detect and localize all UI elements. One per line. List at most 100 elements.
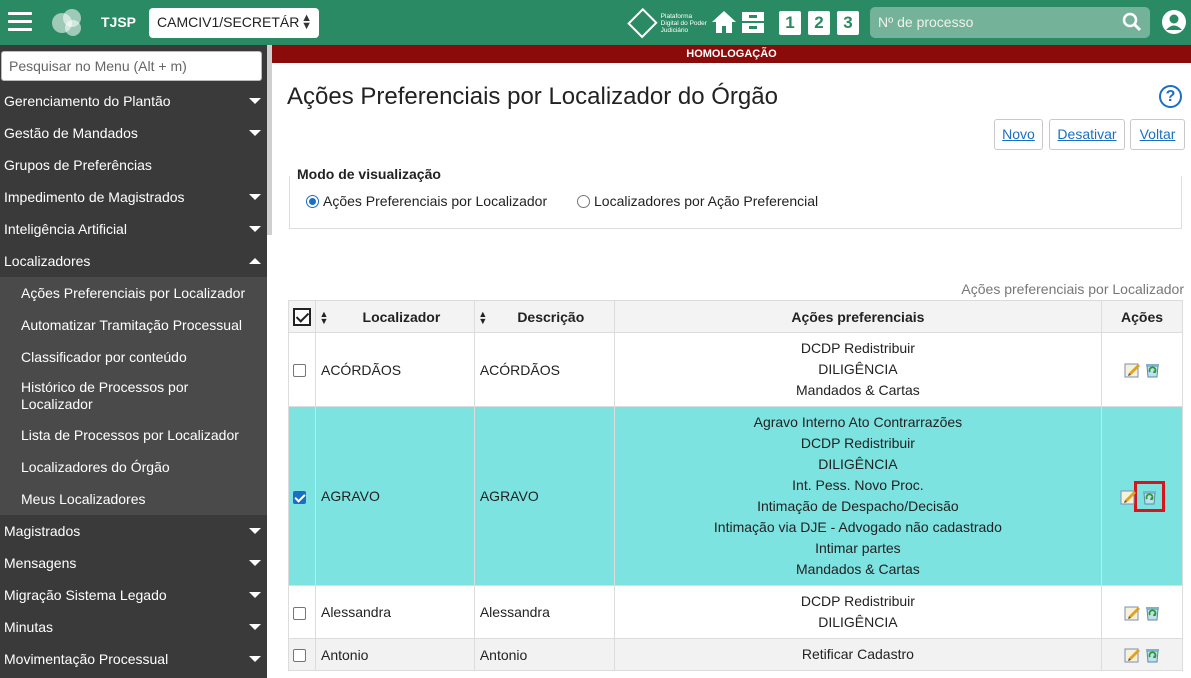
sidebar-item-grupos-preferencias[interactable]: Grupos de Preferências: [0, 149, 267, 181]
user-account-icon[interactable]: [1161, 9, 1187, 35]
app-name: TJSP: [101, 14, 137, 30]
row-checkbox-checked[interactable]: [293, 490, 306, 504]
row-select-cell: [288, 638, 316, 671]
radio-button[interactable]: [577, 194, 590, 208]
sidebar-item-minutas[interactable]: Minutas: [0, 611, 267, 643]
header-localizador[interactable]: ▲ ▼ Localizador: [314, 300, 475, 333]
sidebar-scrollbar[interactable]: [267, 45, 272, 678]
sidebar-item-label: Localizadores: [4, 253, 91, 269]
process-search-input[interactable]: [878, 14, 1108, 30]
sidebar-item-label: Gerenciamento do Plantão: [4, 93, 171, 109]
edit-icon[interactable]: [1120, 488, 1137, 505]
table-row-selected[interactable]: AGRAVO AGRAVO Agravo Interno Ato Contrar…: [288, 406, 1183, 586]
row-checkbox[interactable]: [293, 364, 306, 378]
sidebar-item-movimentacao-processual[interactable]: Movimentação Processual: [0, 643, 267, 675]
top-bar: TJSP CAMCIV1/SECRETÁR ▲ ▼ Plataforma Digi…: [0, 0, 1191, 45]
sort-icon[interactable]: ▲ ▼: [478, 309, 488, 325]
select-all-checkbox[interactable]: [292, 307, 311, 326]
restore-icon[interactable]: [1144, 646, 1161, 663]
row-checkbox[interactable]: [293, 649, 306, 663]
org-select[interactable]: CAMCIV1/SECRETÁR ▲ ▼: [149, 8, 319, 38]
edit-icon[interactable]: [1124, 646, 1141, 663]
sidebar-item-label: Movimentação Processual: [4, 651, 169, 667]
home-icon[interactable]: [711, 9, 737, 35]
row-select-cell: [288, 332, 316, 407]
quick-access-2-button[interactable]: 2: [808, 11, 830, 35]
table-row[interactable]: ACÓRDÃOS ACÓRDÃOS DCDP Redistribuir DILI…: [288, 332, 1183, 407]
environment-banner: HOMOLOGAÇÃO: [272, 45, 1191, 63]
page-title: Ações Preferenciais por Localizador do Ó…: [287, 83, 778, 110]
sidebar-subitem-historico-processos[interactable]: Histórico de Processos por Localizador: [0, 373, 267, 419]
pdpj-logo[interactable]: Plataforma Digital do Poder Judiciário: [627, 7, 707, 39]
sidebar-item-mensagens[interactable]: Mensagens: [0, 547, 267, 579]
sidebar-item-impedimento-magistrados[interactable]: Impedimento de Magistrados: [0, 181, 267, 213]
inbox-icon[interactable]: [740, 9, 766, 35]
desativar-button[interactable]: Desativar: [1049, 119, 1125, 150]
table-row[interactable]: Antonio Antonio Retificar Cadastro: [288, 638, 1183, 671]
sidebar-subitem-acoes-preferenciais[interactable]: Ações Preferenciais por Localizador: [0, 277, 267, 309]
org-select-value: CAMCIV1/SECRETÁR: [157, 14, 300, 30]
sidebar-scrollbar-thumb[interactable]: [267, 45, 272, 235]
table-caption: Ações preferenciais por Localizador: [961, 281, 1184, 297]
sidebar-item-gestao-mandados[interactable]: Gestão de Mandados: [0, 117, 267, 149]
sidebar-item-label: Impedimento de Magistrados: [4, 189, 185, 205]
sidebar-item-gerenciamento-plantao[interactable]: Gerenciamento do Plantão: [0, 85, 267, 117]
acao-preferencial: Mandados & Cartas: [796, 561, 920, 577]
sidebar: Gerenciamento do Plantão Gestão de Manda…: [0, 45, 272, 678]
highlighted-restore-action: [1133, 480, 1165, 512]
novo-button[interactable]: Novo: [994, 119, 1043, 150]
select-arrows-icon: ▲ ▼: [301, 12, 312, 32]
hamburger-menu-icon[interactable]: [8, 12, 32, 32]
sidebar-item-localizadores[interactable]: Localizadores: [0, 245, 267, 277]
radio-button-checked[interactable]: [306, 194, 319, 208]
chevron-down-icon: [249, 194, 261, 200]
row-checkbox[interactable]: [293, 606, 306, 620]
sidebar-subitem-classificador[interactable]: Classificador por conteúdo: [0, 341, 267, 373]
restore-icon[interactable]: [1144, 361, 1161, 378]
header-label: Localizador: [362, 308, 441, 325]
localizador-cell: AGRAVO: [314, 406, 475, 586]
acao-preferencial: DCDP Redistribuir: [800, 340, 915, 356]
quick-access-1-button[interactable]: 1: [779, 11, 801, 35]
sort-icon[interactable]: ▲ ▼: [319, 309, 329, 325]
tribunal-logo-icon: [52, 9, 84, 37]
menu-search-input[interactable]: [9, 58, 254, 74]
select-all-header: [288, 300, 316, 333]
localizadores-submenu: Ações Preferenciais por Localizador Auto…: [0, 277, 267, 515]
edit-icon[interactable]: [1124, 361, 1141, 378]
header-descricao[interactable]: ▲ ▼ Descrição: [473, 300, 615, 333]
pdpj-logo-text: Plataforma Digital do Poder Judiciário: [660, 12, 707, 34]
row-actions: [1102, 480, 1182, 512]
sidebar-subitem-meus-localizadores[interactable]: Meus Localizadores: [0, 483, 267, 515]
descricao-cell: AGRAVO: [473, 406, 615, 586]
view-mode-option-by-localizador[interactable]: Ações Preferenciais por Localizador: [306, 193, 547, 209]
chevron-down-icon: [249, 656, 261, 662]
table-row[interactable]: Alessandra Alessandra DCDP Redistribuir …: [288, 585, 1183, 639]
sidebar-item-magistrados[interactable]: Magistrados: [0, 515, 267, 547]
pdpj-diamond-icon: [627, 7, 658, 39]
sidebar-item-inteligencia-artificial[interactable]: Inteligência Artificial: [0, 213, 267, 245]
localizador-cell: ACÓRDÃOS: [314, 332, 475, 407]
quick-access-3-button[interactable]: 3: [837, 11, 859, 35]
sidebar-subitem-lista-processos[interactable]: Lista de Processos por Localizador: [0, 419, 267, 451]
acao-preferencial: Mandados & Cartas: [796, 382, 920, 398]
edit-icon[interactable]: [1124, 604, 1141, 621]
descricao-cell: Alessandra: [473, 585, 615, 639]
sidebar-item-label: Minutas: [4, 619, 54, 635]
sidebar-item-migracao-legado[interactable]: Migração Sistema Legado: [0, 579, 267, 611]
row-select-cell: [288, 585, 316, 639]
search-icon[interactable]: [1122, 12, 1142, 32]
table-header-row: ▲ ▼ Localizador ▲ ▼ Descrição Ações prefer…: [288, 300, 1183, 333]
view-mode-option-by-acao[interactable]: Localizadores por Ação Preferencial: [577, 193, 818, 209]
acoes-cell: [1101, 638, 1183, 671]
acao-preferencial: DCDP Redistribuir: [800, 435, 915, 451]
sidebar-subitem-automatizar-tramitacao[interactable]: Automatizar Tramitação Processual: [0, 309, 267, 341]
sidebar-subitem-localizadores-orgao[interactable]: Localizadores do Órgão: [0, 451, 267, 483]
voltar-button[interactable]: Voltar: [1130, 119, 1185, 150]
help-icon[interactable]: ?: [1159, 85, 1182, 108]
chevron-up-icon: [249, 258, 261, 264]
restore-icon[interactable]: [1144, 604, 1161, 621]
acoes-preferenciais-cell: Agravo Interno Ato Contrarrazões DCDP Re…: [613, 406, 1103, 586]
acao-preferencial: DILIGÊNCIA: [818, 456, 898, 472]
restore-icon[interactable]: [1141, 488, 1158, 505]
